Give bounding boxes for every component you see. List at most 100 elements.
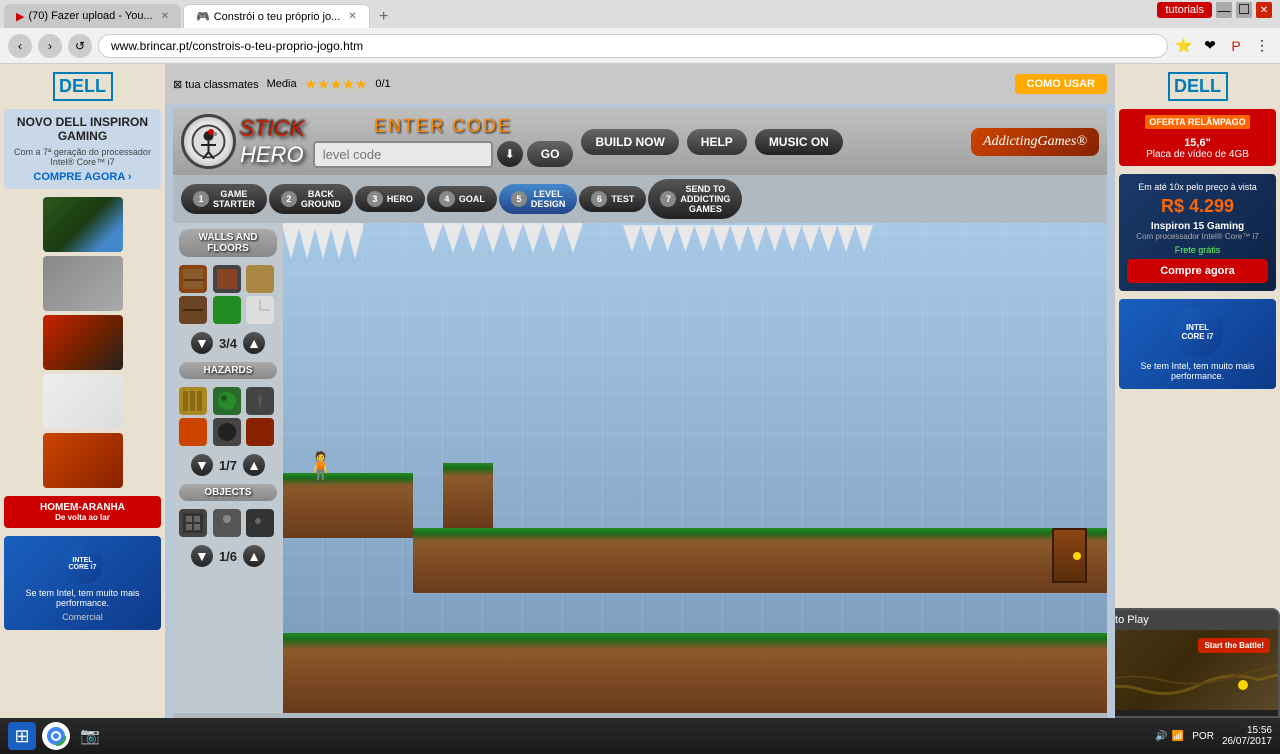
wall-item-3[interactable] xyxy=(246,265,274,293)
right-main-ad: Em até 10x pelo preço à vista R$ 4.299 I… xyxy=(1119,174,1276,291)
tab-num-5: 5 xyxy=(511,191,527,207)
code-input[interactable] xyxy=(313,141,493,168)
date-display: 26/07/2017 xyxy=(1222,736,1272,747)
volume-icon[interactable]: 🔊 xyxy=(1155,731,1167,742)
back-nav-button[interactable]: ‹ xyxy=(8,34,32,58)
heart-icon[interactable]: ❤ xyxy=(1200,36,1220,56)
maximize-button[interactable]: ☐ xyxy=(1236,2,1252,18)
platform-upper-step xyxy=(443,463,493,528)
wall-item-4[interactable] xyxy=(179,296,207,324)
left-panel: WALLS AND FLOORS xyxy=(173,223,283,713)
tab-game-starter[interactable]: 1 GAMESTARTER xyxy=(181,184,267,214)
right-sidebar: DELL OFERTA RELÂMPAGO 15,6" Placa de víd… xyxy=(1115,64,1280,718)
tab-background[interactable]: 2 BACKGROUND xyxy=(269,184,353,214)
build-now-button[interactable]: BUILD NOW xyxy=(581,129,678,155)
walls-counter-down[interactable]: ▼ xyxy=(191,332,213,354)
buy-button[interactable]: Compre agora xyxy=(1127,259,1268,283)
start-button[interactable]: ⊞ xyxy=(8,722,36,750)
minimize-button[interactable]: — xyxy=(1216,2,1232,18)
help-button[interactable]: HELP xyxy=(687,129,747,155)
ceiling-spikes-middle xyxy=(423,223,583,263)
walls-counter-up[interactable]: ▲ xyxy=(243,332,265,354)
tab-test[interactable]: 6 TEST xyxy=(579,186,646,212)
camera-icon[interactable]: 📷 xyxy=(76,722,104,750)
map-preview: Start the Battle! xyxy=(1115,630,1278,710)
popup-header: How to Play xyxy=(1115,610,1278,630)
intel-ad-left: INTELCORE i7 Se tem Intel, tem muito mai… xyxy=(4,536,161,630)
language-display: POR xyxy=(1192,731,1214,742)
bookmark-icon[interactable]: ⭐ xyxy=(1174,36,1194,56)
object-item-1[interactable] xyxy=(179,509,207,537)
taskbar: ⊞ 📷 🔊 📶 POR 15:56 26/07/2017 xyxy=(0,718,1280,754)
left-ad-cta[interactable]: COMPRE AGORA › xyxy=(33,171,131,183)
objects-counter-row: ▼ 1/6 ▲ xyxy=(179,545,277,567)
game-canvas[interactable]: 🧍 xyxy=(283,223,1107,713)
hazard-item-6[interactable] xyxy=(246,418,274,446)
tab-level-design[interactable]: 5 LEVELDESIGN xyxy=(499,184,578,214)
stick-hero-logo: STICK HERO xyxy=(181,114,305,169)
go-button[interactable]: GO xyxy=(527,141,574,167)
homem-aranha-ad[interactable]: HOMEM-ARANHA De volta ao lar xyxy=(4,496,161,528)
tab-title: (70) Fazer upload - You... xyxy=(28,10,152,22)
tab-game-title: Constrói o teu próprio jo... xyxy=(214,11,341,23)
hazard-item-4[interactable] xyxy=(179,418,207,446)
objects-counter-up[interactable]: ▲ xyxy=(243,545,265,567)
wall-item-2[interactable] xyxy=(213,265,241,293)
time-display: 15:56 xyxy=(1222,725,1272,736)
music-on-button[interactable]: MUSIC ON xyxy=(755,129,843,155)
popup-title: How to Play xyxy=(1115,614,1149,626)
wall-item-5[interactable] xyxy=(213,296,241,324)
tutorials-extension[interactable]: tutorials xyxy=(1157,2,1212,18)
addicting-games-logo[interactable]: AddictingGames® xyxy=(971,128,1099,156)
media-label: Media xyxy=(267,78,297,90)
tab-label-5: LEVELDESIGN xyxy=(531,189,566,209)
chrome-icon[interactable] xyxy=(42,722,70,750)
hazards-counter-row: ▼ 1/7 ▲ xyxy=(179,454,277,476)
tab-label-6: TEST xyxy=(611,194,634,204)
menu-icon[interactable]: ⋮ xyxy=(1252,36,1272,56)
close-button[interactable]: ✕ xyxy=(1256,2,1272,18)
score-display: 0/1 xyxy=(375,78,390,90)
tab-close-icon[interactable]: ✕ xyxy=(161,11,169,22)
hazards-counter-down[interactable]: ▼ xyxy=(191,454,213,476)
enter-code-section: ENTER CODE ⬇ GO xyxy=(313,116,574,168)
tab-game[interactable]: 🎮 Constrói o teu próprio jo... ✕ xyxy=(183,4,370,28)
thumb-3[interactable] xyxy=(43,315,123,370)
tab-send-to-addicting[interactable]: 7 SEND TOADDICTINGGAMES xyxy=(648,179,742,219)
tab-num-1: 1 xyxy=(193,191,209,207)
right-flash-offer: OFERTA RELÂMPAGO 15,6" Placa de vídeo de… xyxy=(1119,109,1276,166)
network-icon[interactable]: 📶 xyxy=(1172,731,1184,742)
tab-goal[interactable]: 4 GOAL xyxy=(427,186,497,212)
address-bar[interactable] xyxy=(98,34,1168,58)
thumb-5[interactable] xyxy=(43,433,123,488)
hazards-title: HAZARDS xyxy=(179,362,277,379)
thumb-4[interactable] xyxy=(43,374,123,429)
wall-item-6[interactable] xyxy=(246,296,274,324)
thumb-2[interactable] xyxy=(43,256,123,311)
logo-icon xyxy=(181,114,236,169)
hazard-item-2[interactable] xyxy=(213,387,241,415)
reload-button[interactable]: ↺ xyxy=(68,34,92,58)
product-info: 15,6" Placa de vídeo de 4GB xyxy=(1125,137,1270,160)
logo-text-group: STICK HERO xyxy=(240,116,305,168)
hazard-item-5[interactable] xyxy=(213,418,241,446)
flash-badge: OFERTA RELÂMPAGO xyxy=(1145,115,1249,129)
object-item-3[interactable] xyxy=(246,509,274,537)
tab-hero[interactable]: 3 HERO xyxy=(355,186,425,212)
thumb-1[interactable] xyxy=(43,197,123,252)
payment-info: Em até 10x pelo preço à vista xyxy=(1127,182,1268,192)
objects-counter-down[interactable]: ▼ xyxy=(191,545,213,567)
como-usar-button[interactable]: COMO USAR xyxy=(1015,74,1107,94)
left-sidebar: DELL NOVO DELL INSPIRON GAMING Com a 7ª … xyxy=(0,64,165,718)
hazard-item-3[interactable] xyxy=(246,387,274,415)
tab-youtube[interactable]: ▶ (70) Fazer upload - You... ✕ xyxy=(4,4,181,28)
tab-game-close-icon[interactable]: ✕ xyxy=(348,11,356,22)
wall-item-1[interactable] xyxy=(179,265,207,293)
object-item-2[interactable] xyxy=(213,509,241,537)
hazard-item-1[interactable] xyxy=(179,387,207,415)
download-code-button[interactable]: ⬇ xyxy=(497,141,523,167)
new-tab-button[interactable]: + xyxy=(372,6,396,28)
forward-nav-button[interactable]: › xyxy=(38,34,62,58)
pinterest-icon[interactable]: P xyxy=(1226,36,1246,56)
hazards-counter-up[interactable]: ▲ xyxy=(243,454,265,476)
